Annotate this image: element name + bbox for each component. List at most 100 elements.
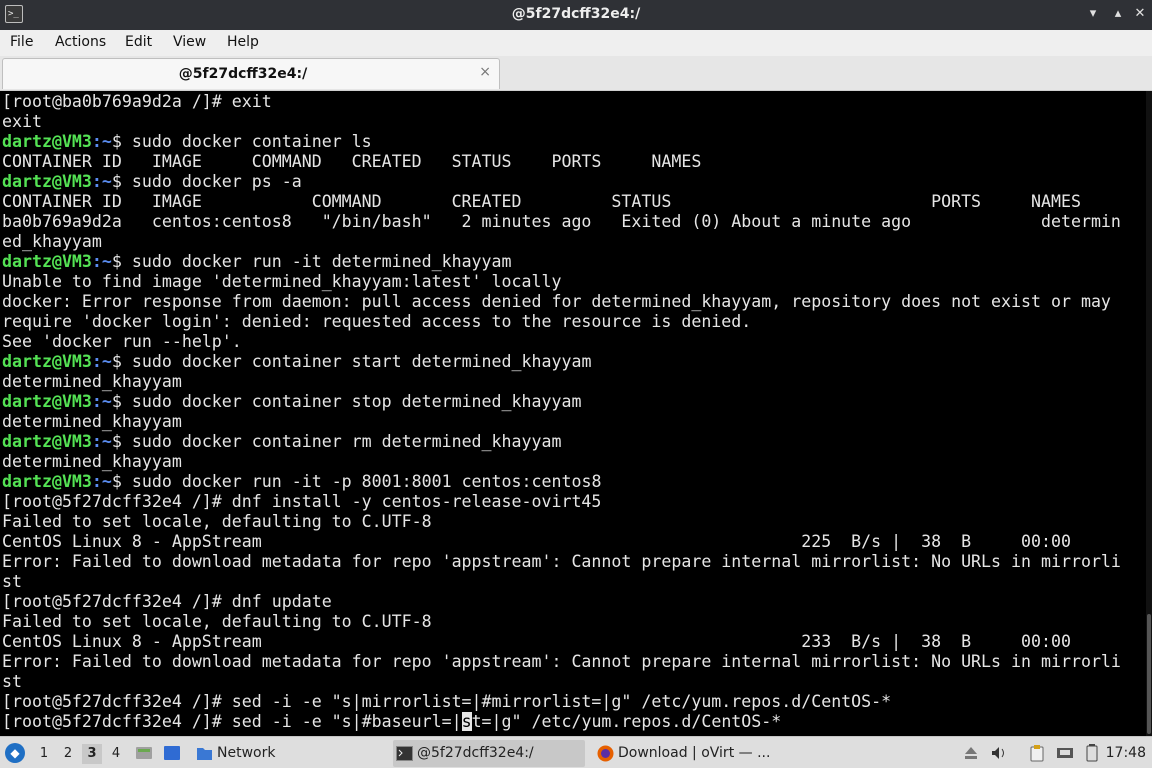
prompt-path: :~	[91, 432, 112, 451]
line-text: CentOS Linux 8 - AppStream 225 B/s | 38 …	[2, 532, 1071, 551]
terminal-line: CONTAINER ID IMAGE COMMAND CREATED STATU…	[2, 192, 1121, 212]
terminal-line: st	[2, 672, 1121, 692]
scrollbar-thumb[interactable]	[1147, 614, 1151, 734]
menu-help[interactable]: Help	[227, 34, 259, 50]
line-text: Failed to set locale, defaulting to C.UT…	[2, 612, 432, 631]
window-title: @5f27dcff32e4:/	[511, 6, 641, 22]
workspace-4[interactable]: 4	[106, 744, 126, 764]
line-text: See 'docker run --help'.	[2, 332, 242, 351]
line-text: Error: Failed to download metadata for r…	[2, 552, 1121, 571]
line-text: [root@5f27dcff32e4 /]# dnf update	[2, 592, 332, 611]
terminal-line: dartz@VM3:~$ sudo docker run -it determi…	[2, 252, 1121, 272]
line-text: exit	[2, 112, 42, 131]
line-text: $ sudo docker run -it determined_khayyam	[111, 252, 512, 271]
text-cursor: s	[461, 712, 472, 731]
terminal-line: [root@ba0b769a9d2a /]# exit	[2, 92, 1121, 112]
terminal-line: docker: Error response from daemon: pull…	[2, 292, 1121, 312]
maximize-icon[interactable]: ▴	[1108, 4, 1128, 24]
line-text: CentOS Linux 8 - AppStream 233 B/s | 38 …	[2, 632, 1071, 651]
line-text: require 'docker login': denied: requeste…	[2, 312, 752, 331]
folder-icon	[197, 748, 212, 760]
line-text: [root@ba0b769a9d2a /]# exit	[2, 92, 272, 111]
line-text: st	[2, 672, 22, 691]
workspace-3[interactable]: 3	[82, 744, 102, 764]
terminal-lines: [root@ba0b769a9d2a /]# exit exit dartz@VM3…	[2, 92, 1121, 732]
clipboard-icon[interactable]	[1028, 744, 1046, 762]
prompt-user: dartz@VM3	[2, 472, 92, 491]
menu-edit[interactable]: Edit	[125, 34, 152, 50]
lxqt-start-icon[interactable]: ◆	[5, 743, 25, 763]
terminal-line: st	[2, 572, 1121, 592]
terminal-line: dartz@VM3:~$ sudo docker container stop …	[2, 392, 1121, 412]
line-text: Error: Failed to download metadata for r…	[2, 652, 1121, 671]
terminal-line: CONTAINER ID IMAGE COMMAND CREATED STATU…	[2, 152, 1121, 172]
prompt-path: :~	[91, 172, 112, 191]
terminal-line: Unable to find image 'determined_khayyam…	[2, 272, 1121, 292]
terminal-line: determined_khayyam	[2, 372, 1121, 392]
terminal-line: dartz@VM3:~$ sudo docker ps -a	[2, 172, 1121, 192]
line-text: [root@5f27dcff32e4 /]# sed -i -e "s|#bas…	[2, 712, 462, 731]
line-text-after-cursor: t=|g" /etc/yum.repos.d/CentOS-*	[471, 712, 782, 731]
menu-bar: File Actions Edit View Help	[0, 30, 1152, 56]
prompt-path: :~	[91, 132, 112, 151]
line-text: determined_khayyam	[2, 412, 182, 431]
terminal-line: dartz@VM3:~$ sudo docker run -it -p 8001…	[2, 472, 1121, 492]
terminal-line: determined_khayyam	[2, 412, 1121, 432]
line-text: $ sudo docker ps -a	[111, 172, 302, 191]
terminal-line: Failed to set locale, defaulting to C.UT…	[2, 612, 1121, 632]
firefox-icon	[597, 745, 614, 762]
prompt-path: :~	[91, 352, 112, 371]
terminal-line: dartz@VM3:~$ sudo docker container rm de…	[2, 432, 1121, 452]
window-titlebar[interactable]: >_ @5f27dcff32e4:/ ▾ ▴ ✕	[0, 0, 1152, 30]
workspace-2[interactable]: 2	[58, 744, 78, 764]
file-manager-icon[interactable]	[135, 744, 153, 762]
prompt-path: :~	[91, 392, 112, 411]
minimize-icon[interactable]: ▾	[1083, 4, 1103, 24]
volume-icon[interactable]	[990, 744, 1008, 762]
tab-terminal[interactable]: @5f27dcff32e4:/ ×	[2, 58, 500, 89]
battery-icon[interactable]	[1083, 744, 1101, 762]
terminal-line: [root@5f27dcff32e4 /]# sed -i -e "s|#bas…	[2, 712, 1121, 732]
tab-label: @5f27dcff32e4:/	[178, 66, 308, 82]
eject-icon[interactable]	[962, 744, 980, 762]
terminal-line: [root@5f27dcff32e4 /]# dnf install -y ce…	[2, 492, 1121, 512]
line-text: Unable to find image 'determined_khayyam…	[2, 272, 562, 291]
line-text: Failed to set locale, defaulting to C.UT…	[2, 512, 432, 531]
network-icon[interactable]	[1056, 744, 1074, 762]
line-text: [root@5f27dcff32e4 /]# sed -i -e "s|mirr…	[2, 692, 892, 711]
tab-close-icon[interactable]: ×	[479, 64, 491, 80]
line-text: determined_khayyam	[2, 452, 182, 471]
terminal-line: [root@5f27dcff32e4 /]# sed -i -e "s|mirr…	[2, 692, 1121, 712]
line-text: ba0b769a9d2a centos:centos8 "/bin/bash" …	[2, 212, 1121, 231]
terminal-line: exit	[2, 112, 1121, 132]
terminal-line: determined_khayyam	[2, 452, 1121, 472]
tab-strip: @5f27dcff32e4:/ ×	[0, 56, 1152, 91]
task-terminal[interactable]: @5f27dcff32e4:/	[393, 740, 585, 767]
menu-file[interactable]: File	[10, 34, 33, 50]
prompt-user: dartz@VM3	[2, 252, 92, 271]
line-text: $ sudo docker container stop determined_…	[111, 392, 582, 411]
prompt-user: dartz@VM3	[2, 172, 92, 191]
menu-view[interactable]: View	[173, 34, 206, 50]
terminal-line: Failed to set locale, defaulting to C.UT…	[2, 512, 1121, 532]
show-desktop-icon[interactable]	[163, 744, 181, 762]
task-label: Download | oVirt — ...	[618, 745, 771, 761]
terminal-line: Error: Failed to download metadata for r…	[2, 652, 1121, 672]
close-icon[interactable]: ✕	[1130, 4, 1150, 24]
task-network[interactable]: Network	[193, 740, 383, 767]
terminal-line: ed_khayyam	[2, 232, 1121, 252]
prompt-path: :~	[91, 472, 112, 491]
terminal-scrollbar[interactable]	[1146, 91, 1152, 736]
line-text: $ sudo docker container start determined…	[111, 352, 592, 371]
line-text: CONTAINER ID IMAGE COMMAND CREATED STATU…	[2, 192, 1081, 211]
line-text: CONTAINER ID IMAGE COMMAND CREATED STATU…	[2, 152, 702, 171]
terminal-line: dartz@VM3:~$ sudo docker container start…	[2, 352, 1121, 372]
line-text: docker: Error response from daemon: pull…	[2, 292, 1111, 311]
workspace-1[interactable]: 1	[34, 744, 54, 764]
menu-actions[interactable]: Actions	[55, 34, 106, 50]
terminal-line: See 'docker run --help'.	[2, 332, 1121, 352]
task-firefox[interactable]: Download | oVirt — ...	[594, 740, 784, 767]
line-text: [root@5f27dcff32e4 /]# dnf install -y ce…	[2, 492, 602, 511]
terminal-output[interactable]: [root@ba0b769a9d2a /]# exit exit dartz@VM3…	[0, 91, 1152, 736]
terminal-line: dartz@VM3:~$ sudo docker container ls	[2, 132, 1121, 152]
